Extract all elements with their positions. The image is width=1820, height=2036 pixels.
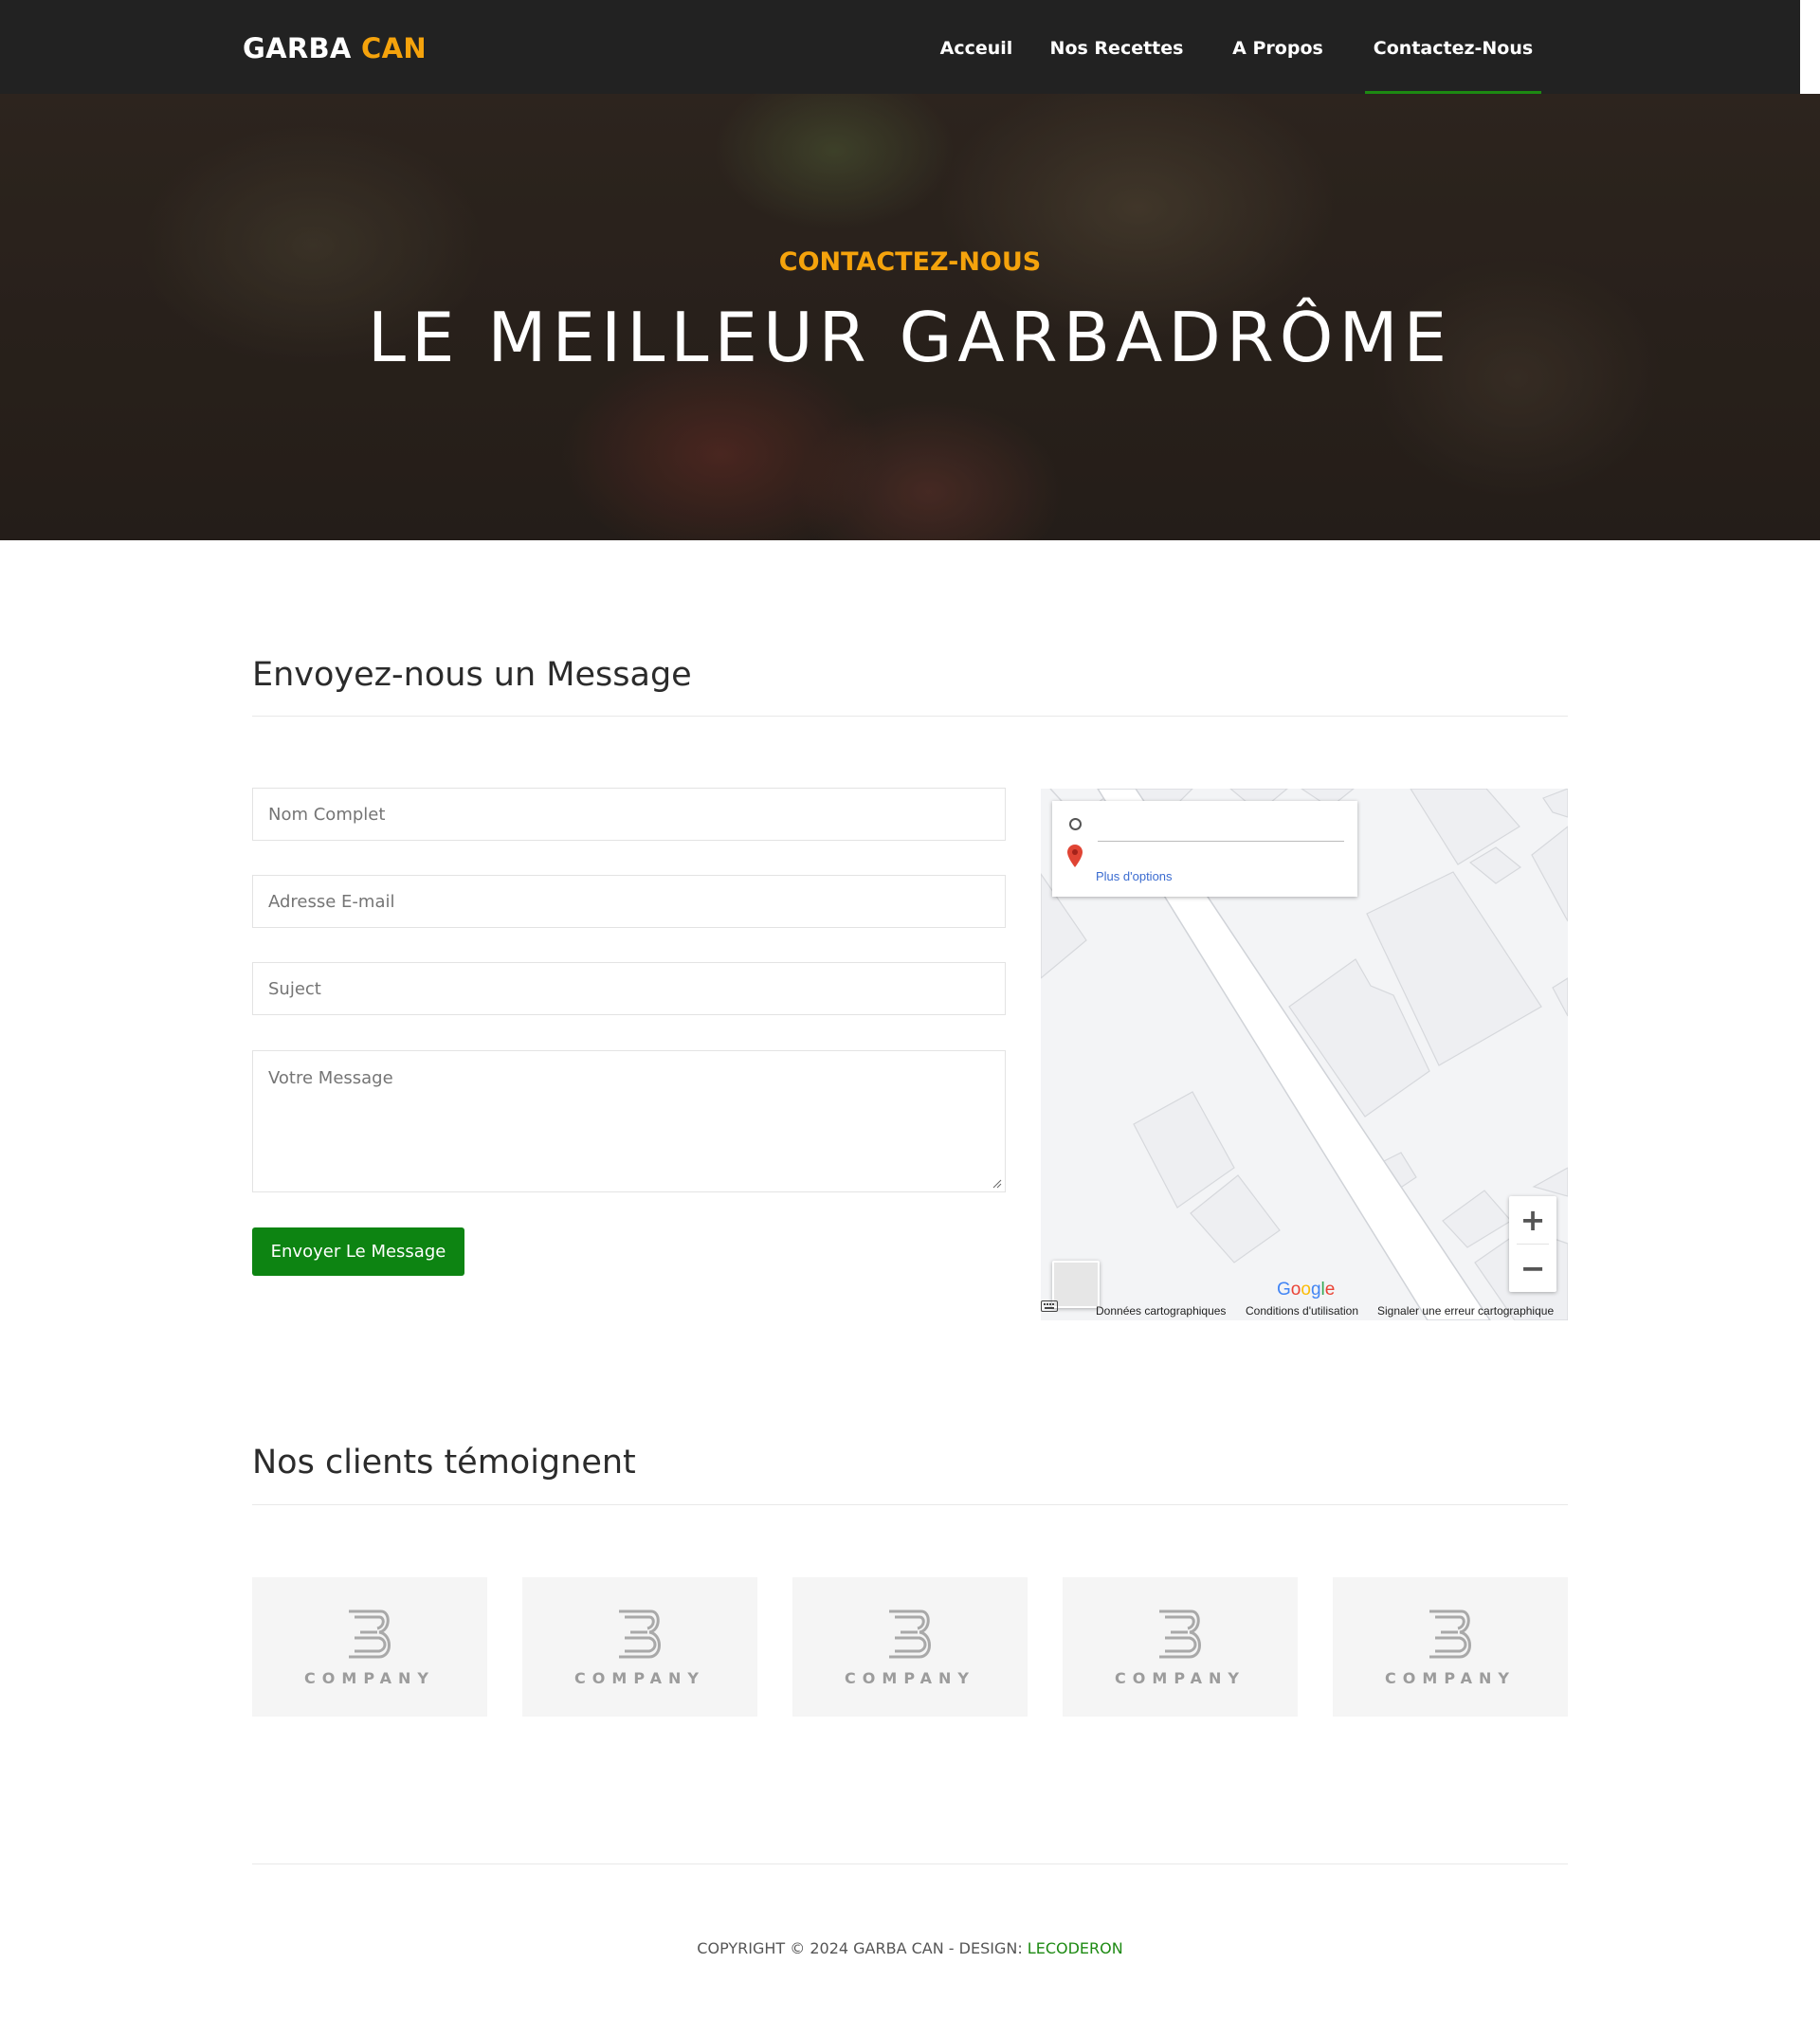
clients-heading: Nos clients témoignent (252, 1444, 636, 1482)
name-input[interactable] (252, 788, 1006, 841)
hero-banner: CONTACTEZ-NOUS LE MEILLEUR GARBADRÔME (0, 94, 1820, 540)
map-directions-card: Plus d'options (1052, 801, 1357, 897)
message-textarea[interactable] (252, 1050, 1006, 1192)
company-logo-icon (619, 1609, 661, 1659)
client-logo: COMPANY (252, 1577, 487, 1717)
directions-input-line[interactable] (1098, 841, 1344, 842)
terms-link[interactable]: Conditions d'utilisation (1246, 1304, 1358, 1318)
report-error-link[interactable]: Signaler une erreur cartographique (1377, 1304, 1554, 1318)
company-wordmark: COMPANY (574, 1669, 705, 1687)
contact-divider (252, 716, 1568, 717)
zoom-controls: + − (1509, 1196, 1556, 1292)
zoom-out-button[interactable]: − (1509, 1245, 1556, 1292)
client-logo: COMPANY (522, 1577, 757, 1717)
hero-title: LE MEILLEUR GARBADRÔME (367, 298, 1453, 377)
email-input[interactable] (252, 875, 1006, 928)
client-logo: COMPANY (1333, 1577, 1568, 1717)
company-wordmark: COMPANY (845, 1669, 975, 1687)
company-wordmark: COMPANY (304, 1669, 435, 1687)
clients-divider (252, 1504, 1568, 1505)
map-pin-icon (1067, 845, 1083, 867)
company-logo-icon (1159, 1609, 1201, 1659)
nav-item-contactez-nous[interactable]: Contactez-Nous (1365, 0, 1541, 94)
copyright-text: COPYRIGHT © 2024 GARBA CAN - DESIGN: (697, 1939, 1028, 1957)
company-logo-icon (349, 1609, 391, 1659)
map-attribution-bar: Données cartographiques Conditions d'uti… (1041, 1300, 1568, 1320)
zoom-in-button[interactable]: + (1509, 1196, 1556, 1244)
footer: COPYRIGHT © 2024 GARBA CAN - DESIGN: LEC… (0, 1939, 1820, 1957)
more-options-link[interactable]: Plus d'options (1096, 869, 1173, 883)
designer-link[interactable]: LECODERON (1028, 1939, 1123, 1957)
nav-item-acceuil[interactable]: Acceuil (926, 0, 1027, 94)
nav-item-a-propos[interactable]: A Propos (1226, 0, 1330, 94)
nav-item-nos-recettes[interactable]: Nos Recettes (1049, 0, 1184, 94)
subject-input[interactable] (252, 962, 1006, 1015)
footer-divider (252, 1863, 1568, 1864)
company-logo-icon (1429, 1609, 1471, 1659)
send-message-button[interactable]: Envoyer Le Message (252, 1227, 464, 1276)
top-navbar: GARBA CAN Acceuil Nos Recettes A Propos … (0, 0, 1800, 94)
brand-logo[interactable]: GARBA CAN (243, 32, 427, 64)
client-logo: COMPANY (1063, 1577, 1298, 1717)
hero-subtitle: CONTACTEZ-NOUS (778, 247, 1042, 277)
company-wordmark: COMPANY (1115, 1669, 1246, 1687)
brand-name-part2: CAN (361, 32, 427, 64)
company-wordmark: COMPANY (1385, 1669, 1516, 1687)
map-data-link[interactable]: Données cartographiques (1096, 1304, 1226, 1318)
contact-heading: Envoyez-nous un Message (252, 656, 692, 694)
google-logo: Google (1277, 1280, 1336, 1300)
client-logo: COMPANY (792, 1577, 1028, 1717)
map-embed[interactable]: Plus d'options + − Google Données cartog… (1041, 789, 1568, 1320)
resize-handle-icon[interactable] (992, 1179, 1002, 1189)
keyboard-shortcuts-icon[interactable] (1041, 1300, 1058, 1312)
brand-name-part1: GARBA (243, 32, 352, 64)
origin-circle-icon (1069, 818, 1082, 830)
company-logo-icon (889, 1609, 931, 1659)
